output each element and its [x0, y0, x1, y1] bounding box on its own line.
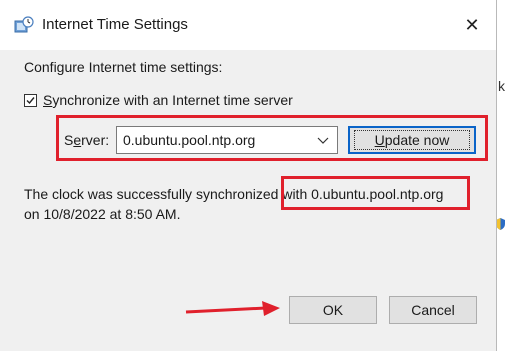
- clock-globe-icon: [14, 16, 34, 33]
- chevron-down-icon: [317, 137, 329, 144]
- internet-time-settings-dialog: Internet Time Settings ✕ Configure Inter…: [0, 0, 497, 351]
- close-button[interactable]: ✕: [452, 8, 492, 42]
- arrow-right-icon: [185, 301, 280, 316]
- window-title: Internet Time Settings: [42, 16, 188, 33]
- title-bar: Internet Time Settings ✕: [0, 0, 496, 50]
- background-window-text: k: [498, 78, 505, 94]
- sync-label-mnemonic: S: [43, 92, 53, 108]
- ok-button[interactable]: OK: [289, 296, 377, 324]
- update-now-label: Update now: [353, 130, 471, 150]
- sync-label: ynchronize with an Internet time server: [52, 92, 293, 108]
- close-icon: ✕: [464, 14, 480, 35]
- server-dropdown[interactable]: 0.ubuntu.pool.ntp.org: [116, 126, 338, 154]
- checkmark-icon: [26, 96, 35, 104]
- screen: k Internet Time Settings ✕ Configure Int…: [0, 0, 505, 351]
- update-now-button[interactable]: Update now: [348, 126, 476, 154]
- status-annotation-box: [281, 176, 470, 210]
- configure-label: Configure Internet time settings:: [24, 59, 223, 75]
- cancel-button[interactable]: Cancel: [389, 296, 477, 324]
- sync-checkbox-row[interactable]: Synchronize with an Internet time server: [24, 92, 293, 108]
- sync-checkbox[interactable]: [24, 93, 37, 107]
- sync-status-line-2: on 10/8/2022 at 8:50 AM.: [24, 206, 181, 222]
- server-label: Server:: [64, 132, 110, 148]
- server-value: 0.ubuntu.pool.ntp.org: [123, 132, 256, 148]
- shield-icon: [496, 218, 505, 230]
